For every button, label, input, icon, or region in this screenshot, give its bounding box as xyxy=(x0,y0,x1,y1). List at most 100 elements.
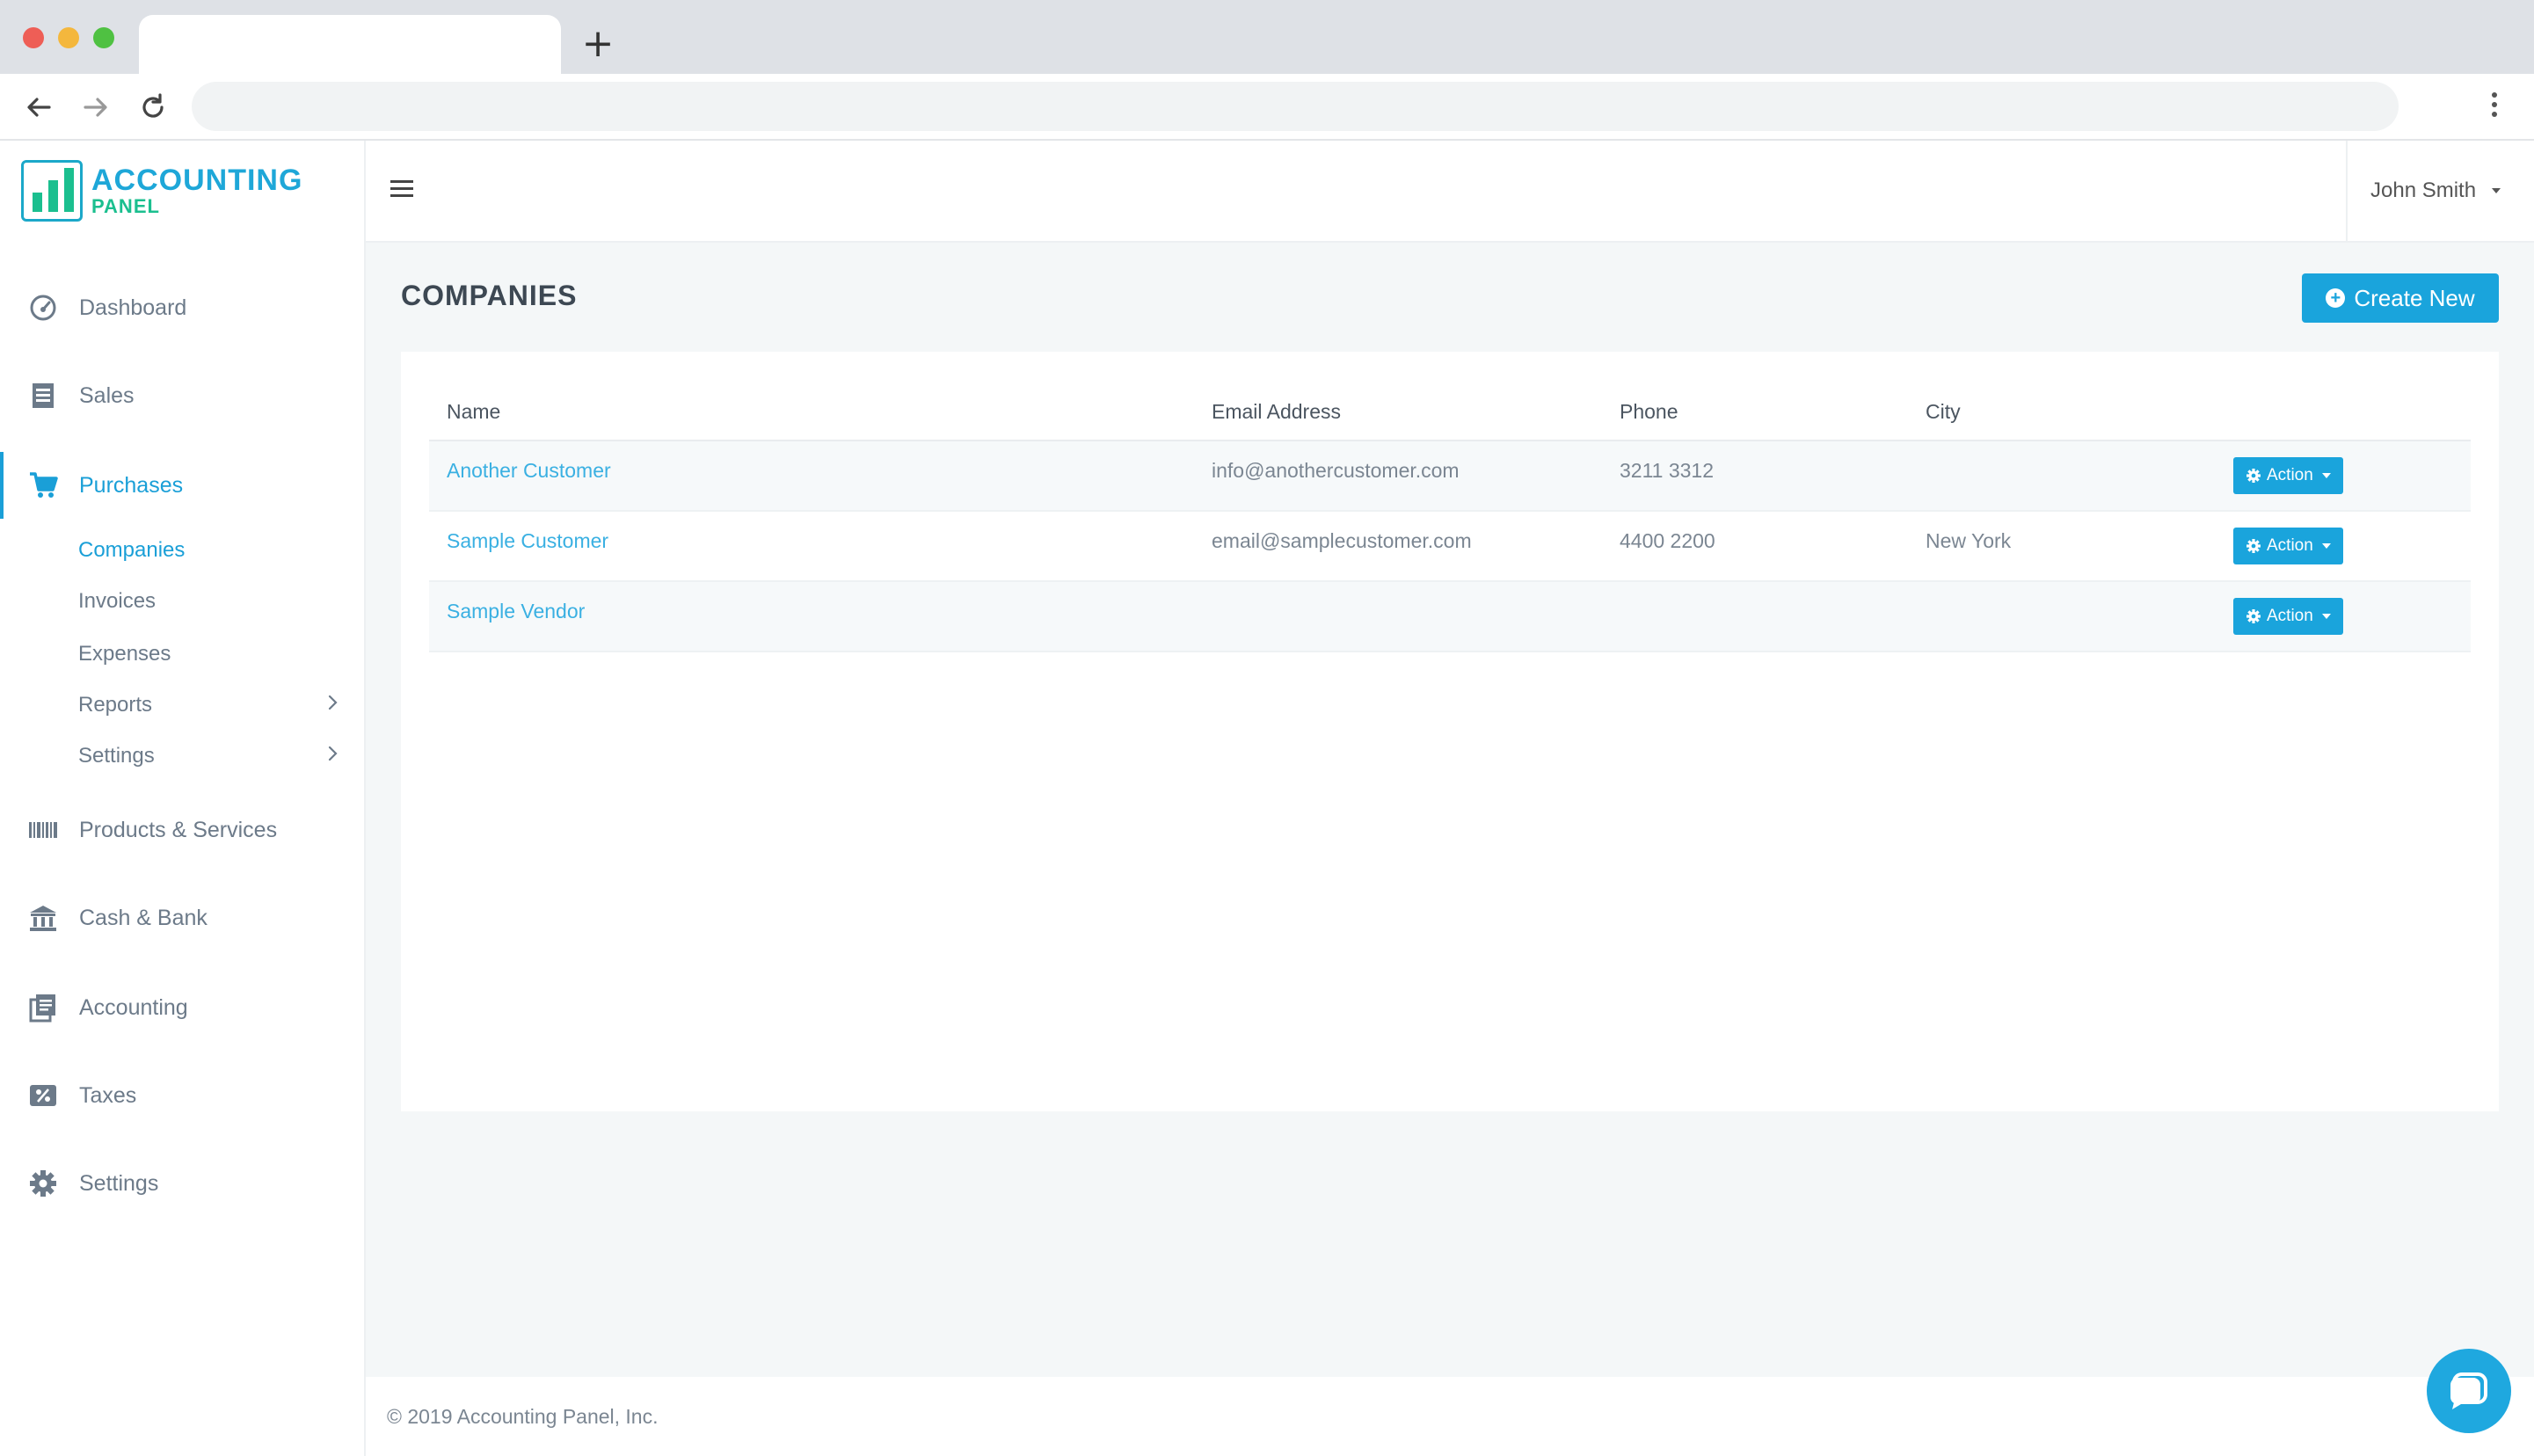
plus-circle-icon: + xyxy=(2326,288,2346,308)
close-window-button[interactable] xyxy=(23,27,44,48)
sidebar-item-label: Products & Services xyxy=(79,817,278,842)
address-bar[interactable] xyxy=(192,82,2399,131)
caret-down-icon xyxy=(2321,473,2331,478)
cell-city: New York xyxy=(1908,511,2216,582)
sidebar-item-label: Cash & Bank xyxy=(79,905,208,930)
sidebar-item-purchases[interactable]: Purchases xyxy=(0,452,364,519)
column-header-city[interactable]: City xyxy=(1908,383,2216,441)
forward-arrow-icon[interactable] xyxy=(76,88,115,127)
hamburger-menu-icon[interactable] xyxy=(390,180,413,200)
sidebar-item-label: Sales xyxy=(79,382,135,408)
action-dropdown-button[interactable]: Action xyxy=(2233,457,2343,494)
cell-actions: Action xyxy=(2216,440,2471,512)
caret-down-icon xyxy=(2492,188,2501,193)
speedometer-icon xyxy=(28,293,58,323)
sidebar-subitem-settings[interactable]: Settings xyxy=(78,737,360,775)
sidebar-item-label: Accounting xyxy=(79,994,188,1020)
sidebar-subitem-label: Invoices xyxy=(78,589,157,613)
sidebar-subitem-label: Settings xyxy=(78,744,155,768)
action-dropdown-button[interactable]: Action xyxy=(2233,528,2343,564)
sidebar-subitem-expenses[interactable]: Expenses xyxy=(78,635,360,673)
gear-icon xyxy=(2246,469,2261,483)
company-link[interactable]: Another Customer xyxy=(447,459,611,482)
company-link[interactable]: Sample Vendor xyxy=(447,600,585,622)
percent-icon xyxy=(28,1081,58,1110)
sidebar-item-settings[interactable]: Settings xyxy=(0,1157,364,1210)
app-logo[interactable]: ACCOUNTING PANEL xyxy=(21,160,302,222)
page-title: COMPANIES xyxy=(401,280,578,311)
cell-phone xyxy=(1602,581,1908,652)
sidebar-item-taxes[interactable]: Taxes xyxy=(0,1069,364,1122)
logo-subtitle: PANEL xyxy=(91,195,160,217)
chevron-right-icon xyxy=(328,746,338,761)
sidebar-subitem-label: Reports xyxy=(78,693,153,717)
column-header-email[interactable]: Email Address xyxy=(1194,383,1602,441)
chevron-right-icon xyxy=(328,695,338,710)
user-menu[interactable]: John Smith xyxy=(2346,141,2534,241)
logo-title: ACCOUNTING xyxy=(91,164,303,197)
sidebar-subitem-label: Expenses xyxy=(78,642,171,666)
minimize-window-button[interactable] xyxy=(58,27,79,48)
cell-name: Another Customer xyxy=(429,440,1194,512)
action-label: Action xyxy=(2267,466,2313,484)
gear-icon xyxy=(2246,539,2261,553)
caret-down-icon xyxy=(2321,614,2331,619)
browser-menu-icon[interactable] xyxy=(2481,88,2508,127)
sidebar-item-accounting[interactable]: Accounting xyxy=(0,981,364,1034)
cell-actions: Action xyxy=(2216,581,2471,652)
create-new-button[interactable]: + Create New xyxy=(2302,273,2499,323)
sidebar-item-dashboard[interactable]: Dashboard xyxy=(0,281,364,334)
cell-actions: Action xyxy=(2216,511,2471,582)
cell-name: Sample Customer xyxy=(429,511,1194,582)
new-tab-button[interactable]: + xyxy=(580,23,615,65)
ledger-icon xyxy=(28,993,58,1023)
cell-phone: 4400 2200 xyxy=(1602,511,1908,582)
barcode-icon xyxy=(28,815,58,845)
action-label: Action xyxy=(2267,536,2313,555)
app-header: John Smith xyxy=(366,141,2534,243)
logo-chart-icon xyxy=(21,160,83,222)
sidebar-item-label: Taxes xyxy=(79,1082,137,1108)
column-header-name[interactable]: Name xyxy=(429,383,1194,441)
table-row: Sample Vendor Action xyxy=(429,581,2471,652)
sidebar-item-label: Purchases xyxy=(79,472,184,498)
sidebar-subitem-invoices[interactable]: Invoices xyxy=(78,582,360,621)
company-link[interactable]: Sample Customer xyxy=(447,529,608,552)
chat-widget-button[interactable] xyxy=(2427,1349,2511,1433)
sidebar-subitem-reports[interactable]: Reports xyxy=(78,686,360,724)
sidebar-item-cash-bank[interactable]: Cash & Bank xyxy=(0,892,364,944)
action-dropdown-button[interactable]: Action xyxy=(2233,598,2343,635)
companies-table: Name Email Address Phone City Another Cu… xyxy=(429,383,2471,652)
create-new-label: Create New xyxy=(2354,284,2475,311)
back-arrow-icon[interactable] xyxy=(19,88,58,127)
column-header-phone[interactable]: Phone xyxy=(1602,383,1908,441)
table-row: Sample Customer email@samplecustomer.com… xyxy=(429,511,2471,582)
cell-email: info@anothercustomer.com xyxy=(1194,440,1602,512)
sidebar-item-sales[interactable]: Sales xyxy=(0,369,364,422)
caret-down-icon xyxy=(2321,543,2331,549)
browser-tab-bar: + xyxy=(0,0,2534,74)
gear-icon xyxy=(28,1168,58,1198)
copyright-text: © 2019 Accounting Panel, Inc. xyxy=(387,1405,659,1428)
browser-window: + ACCOUNTING PANEL Dashboard Sales Purch… xyxy=(0,0,2534,1456)
action-label: Action xyxy=(2267,607,2313,625)
browser-tab[interactable] xyxy=(139,15,561,74)
bank-icon xyxy=(28,903,58,933)
column-header-actions xyxy=(2216,383,2471,441)
sidebar-item-products-services[interactable]: Products & Services xyxy=(0,804,364,856)
table-header-row: Name Email Address Phone City xyxy=(429,383,2471,441)
table-row: Another Customer info@anothercustomer.co… xyxy=(429,440,2471,512)
gear-icon xyxy=(2246,609,2261,623)
cell-city xyxy=(1908,581,2216,652)
reload-icon[interactable] xyxy=(134,88,172,127)
sidebar-item-label: Dashboard xyxy=(79,295,187,320)
maximize-window-button[interactable] xyxy=(93,27,114,48)
sidebar-subitem-label: Companies xyxy=(78,538,186,562)
cell-phone: 3211 3312 xyxy=(1602,440,1908,512)
main-content: COMPANIES + Create New Name Email Addres… xyxy=(366,243,2534,1377)
sidebar: ACCOUNTING PANEL Dashboard Sales Purchas… xyxy=(0,141,366,1456)
cell-email xyxy=(1194,581,1602,652)
sidebar-subitem-companies[interactable]: Companies xyxy=(78,531,360,570)
page-footer: © 2019 Accounting Panel, Inc. xyxy=(366,1377,2534,1456)
sidebar-item-label: Settings xyxy=(79,1170,159,1196)
